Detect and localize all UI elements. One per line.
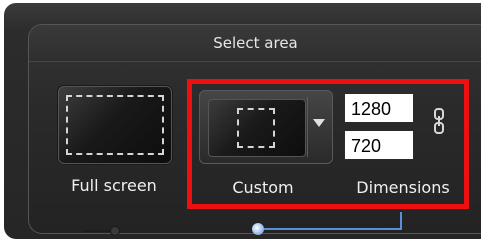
screenshot-canvas: Select area Full screen Custom 1280 720 … [0, 0, 481, 252]
slider-track-active [262, 228, 402, 230]
slider-node-left [110, 226, 120, 236]
highlight-box [187, 79, 469, 209]
full-screen-dashed-frame [66, 95, 164, 155]
full-screen-button[interactable] [58, 86, 172, 164]
full-screen-label: Full screen [71, 176, 157, 195]
slider-connector-right [400, 212, 402, 230]
panel-title: Select area [29, 25, 481, 62]
slider-handle[interactable] [252, 223, 264, 235]
